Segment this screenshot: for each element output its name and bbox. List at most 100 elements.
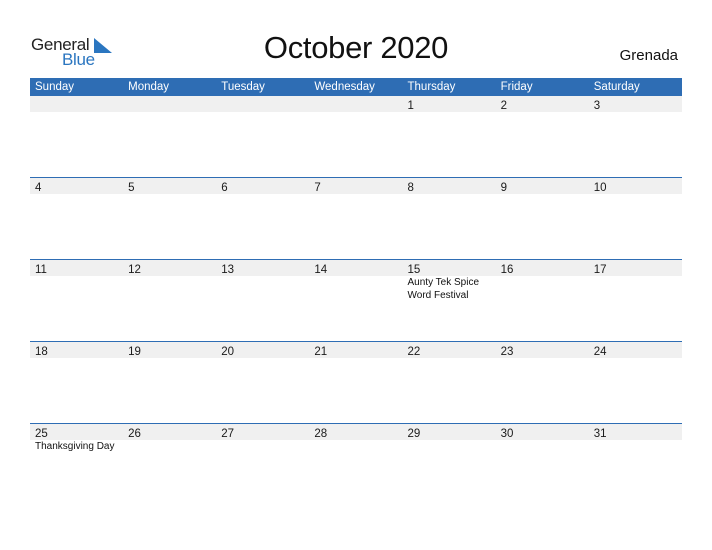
empty-event-slot <box>403 194 496 195</box>
day-number: 26 <box>128 428 141 440</box>
empty-event-slot <box>216 440 309 454</box>
day-cell[interactable]: 6 <box>216 178 309 194</box>
empty-event-slot <box>216 276 309 302</box>
day-number: 20 <box>221 346 235 358</box>
day-number: 5 <box>128 182 135 194</box>
day-cell[interactable]: 25 <box>30 424 123 440</box>
empty-event-slot <box>496 194 589 195</box>
day-cell[interactable]: 29 <box>403 424 496 440</box>
weekday-header: Sunday Monday Tuesday Wednesday Thursday Frid… <box>30 78 682 96</box>
day-cell <box>123 96 216 112</box>
empty-event-slot <box>496 440 589 454</box>
empty-event-slot <box>216 194 309 195</box>
day-number: 2 <box>500 100 508 112</box>
events-row <box>30 194 682 195</box>
day-cell <box>216 96 309 112</box>
empty-event-slot <box>123 440 216 454</box>
empty-event-slot <box>496 358 589 359</box>
day-number: 7 <box>314 182 321 194</box>
day-cell[interactable]: 2 <box>496 96 589 112</box>
day-number: 14 <box>314 264 328 276</box>
day-number: 22 <box>407 346 421 358</box>
date-strip: 25 26 27 28 29 30 31 <box>30 424 682 440</box>
empty-event-slot <box>309 194 402 195</box>
day-cell[interactable]: 26 <box>123 424 216 440</box>
empty-event-slot <box>496 276 589 302</box>
day-cell[interactable]: 12 <box>123 260 216 276</box>
day-cell[interactable]: 19 <box>123 342 216 358</box>
day-number: 30 <box>500 428 514 440</box>
day-cell[interactable]: 3 <box>589 96 682 112</box>
day-cell[interactable]: 16 <box>496 260 589 276</box>
empty-event-slot <box>403 112 496 113</box>
day-cell[interactable]: 5 <box>123 178 216 194</box>
empty-event-slot <box>30 276 123 302</box>
day-cell[interactable]: 13 <box>216 260 309 276</box>
day-number: 1 <box>407 100 414 112</box>
day-cell[interactable]: 28 <box>309 424 402 440</box>
day-cell[interactable]: 24 <box>589 342 682 358</box>
day-cell[interactable]: 9 <box>496 178 589 194</box>
day-cell[interactable]: 20 <box>216 342 309 358</box>
events-row: Aunty Tek Spice Word Festival <box>30 276 682 302</box>
empty-event-slot <box>216 112 309 113</box>
empty-event-slot <box>589 112 682 113</box>
day-number: 15 <box>407 264 421 276</box>
day-cell <box>30 96 123 112</box>
day-cell[interactable]: 30 <box>496 424 589 440</box>
day-cell[interactable]: 14 <box>309 260 402 276</box>
day-cell[interactable]: 1 <box>403 96 496 112</box>
events-row <box>30 112 682 113</box>
day-number: 21 <box>314 346 328 358</box>
empty-event-slot <box>496 112 589 113</box>
empty-event-slot <box>589 276 682 302</box>
weekday-friday: Friday <box>500 81 533 93</box>
weekday-thursday: Thursday <box>407 81 456 93</box>
day-number: 24 <box>593 346 607 358</box>
day-cell[interactable]: 7 <box>309 178 402 194</box>
day-number: 8 <box>407 182 414 194</box>
day-cell[interactable]: 11 <box>30 260 123 276</box>
date-strip: 11 12 13 14 15 16 17 <box>30 260 682 276</box>
empty-event-slot <box>123 194 216 195</box>
events-row: Thanksgiving Day <box>30 440 682 454</box>
empty-event-slot <box>309 440 402 454</box>
day-cell[interactable]: 31 <box>589 424 682 440</box>
day-cell[interactable]: 27 <box>216 424 309 440</box>
day-cell[interactable]: 23 <box>496 342 589 358</box>
calendar-title: October 2020 <box>263 30 449 65</box>
day-cell[interactable]: 10 <box>589 178 682 194</box>
empty-event-slot <box>123 112 216 113</box>
day-number: 23 <box>500 346 514 358</box>
day-number: 27 <box>221 428 235 440</box>
day-cell[interactable]: 17 <box>589 260 682 276</box>
date-strip: 18 19 20 21 22 23 24 <box>30 342 682 358</box>
day-number: 13 <box>221 264 235 276</box>
day-number: 31 <box>593 428 607 440</box>
events-row <box>30 358 682 359</box>
week-row: 4 5 6 7 8 9 10 <box>30 177 682 259</box>
empty-event-slot <box>589 358 682 359</box>
day-number: 6 <box>221 182 228 194</box>
empty-event-slot <box>30 358 123 359</box>
week-row: 1 2 3 <box>30 96 682 177</box>
day-cell[interactable]: 8 <box>403 178 496 194</box>
country-label: Grenada <box>619 47 678 64</box>
empty-event-slot <box>309 358 402 359</box>
day-number: 4 <box>35 182 42 194</box>
date-strip: 4 5 6 7 8 9 10 <box>30 178 682 194</box>
day-number: 16 <box>500 264 514 276</box>
day-number: 3 <box>593 100 601 112</box>
day-cell[interactable]: 18 <box>30 342 123 358</box>
weekday-monday: Monday <box>128 81 170 93</box>
empty-event-slot <box>123 276 216 302</box>
empty-event-slot <box>123 358 216 359</box>
weekday-sunday: Sunday <box>35 81 75 93</box>
day-cell[interactable]: 15 <box>403 260 496 276</box>
day-cell[interactable]: 22 <box>403 342 496 358</box>
empty-event-slot <box>30 194 123 195</box>
empty-event-slot <box>403 358 496 359</box>
day-number: 11 <box>35 264 47 276</box>
day-cell[interactable]: 4 <box>30 178 123 194</box>
day-cell[interactable]: 21 <box>309 342 402 358</box>
